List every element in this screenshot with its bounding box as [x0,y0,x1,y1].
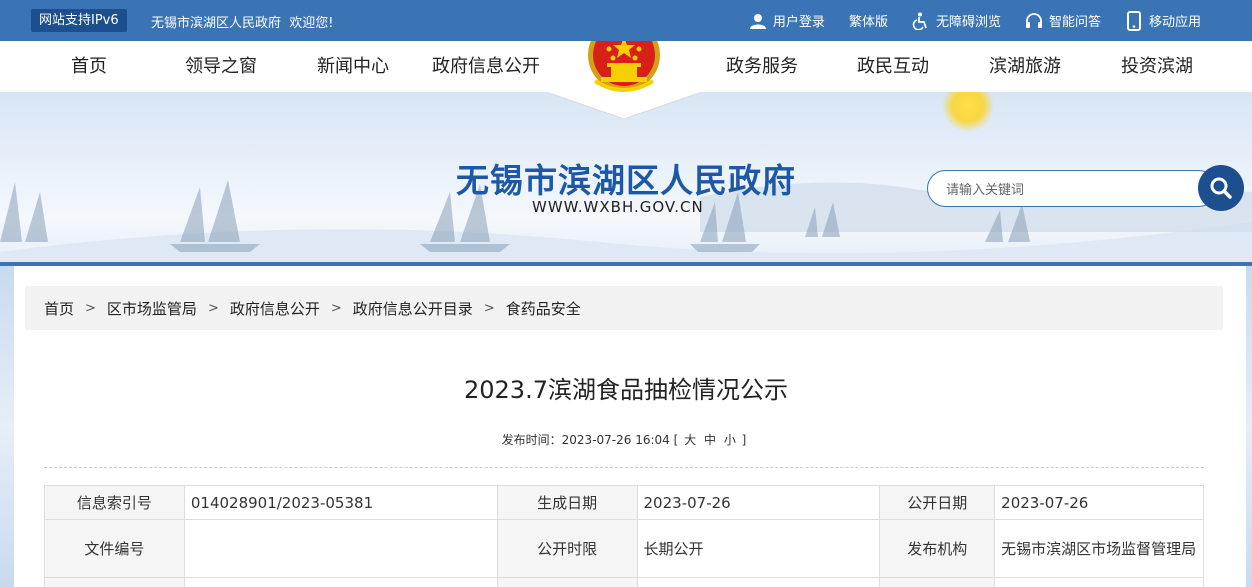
mobile-app-label: 移动应用 [1148,15,1201,30]
nav-item-interaction[interactable]: 政民互动 [843,41,943,92]
disclosure-period-value: 长期公开 [636,519,881,578]
publisher-value: 无锡市滨湖区市场监督管理局 [994,519,1204,578]
site-url: WWW.WXBH.GOV.CN [532,198,704,216]
site-title: 无锡市滨湖区人民政府 [456,161,796,200]
publish-label: 发布时间： [501,433,562,447]
publish-meta: 发布时间：2023-07-26 16:04 [ 大 中 小 ] [0,431,1248,448]
page-side-right [1246,266,1252,587]
table-cell [183,577,498,587]
breadcrumb-separator: > [207,300,219,316]
mobile-icon [1125,10,1143,31]
nav-item-tourism[interactable]: 滨湖旅游 [975,41,1075,92]
accessibility-icon [912,12,930,30]
traditional-chinese-label: 繁体版 [848,15,888,30]
accessibility-label: 无障碍浏览 [935,15,1001,30]
breadcrumb: 首页 > 区市场监管局 > 政府信息公开 > 政府信息公开目录 > 食药品安全 [25,286,1223,330]
nav-item-home[interactable]: 首页 [44,41,134,92]
nav-item-news[interactable]: 新闻中心 [303,41,403,92]
font-size-large-button[interactable]: 大 [684,433,696,447]
nav-item-info-disclosure[interactable]: 政府信息公开 [425,41,547,92]
font-size-medium-button[interactable]: 中 [704,433,716,447]
breadcrumb-item-home[interactable]: 首页 [44,298,74,319]
table-cell [636,577,881,587]
font-size-bracket-close: ] [741,433,747,447]
nav-item-investment[interactable]: 投资滨湖 [1107,41,1207,92]
search-input[interactable] [946,179,1186,199]
national-emblem [549,41,699,119]
disclosure-period-label: 公开时限 [496,519,638,578]
index-number-value: 014028901/2023-05381 [183,485,498,520]
publisher-label: 发布机构 [879,519,996,578]
article-title: 2023.7滨湖食品抽检情况公示 [464,376,788,404]
top-links: 用户登录 繁体版 无障碍浏览 智能问答 移动应用 [749,0,1252,41]
search-icon [1210,177,1232,199]
nav-item-leadership[interactable]: 领导之窗 [171,41,271,92]
table-row: 信息索引号 014028901/2023-05381 生成日期 2023-07-… [44,485,1204,520]
public-date-value: 2023-07-26 [994,485,1204,520]
search-button[interactable] [1198,165,1244,211]
welcome-text: 无锡市滨湖区人民政府 欢迎您! [151,16,334,31]
document-number-value [183,519,498,578]
headset-icon [1025,12,1043,30]
breadcrumb-item-market-bureau[interactable]: 区市场监管局 [107,298,197,319]
breadcrumb-item-info-disclosure[interactable]: 政府信息公开 [230,298,320,319]
breadcrumb-separator: > [483,300,495,316]
created-date-label: 生成日期 [496,485,638,520]
document-number-label: 文件编号 [44,519,185,578]
breadcrumb-item-disclosure-catalog[interactable]: 政府信息公开目录 [353,298,473,319]
font-size-small-button[interactable]: 小 [724,433,736,447]
info-table: 信息索引号 014028901/2023-05381 生成日期 2023-07-… [44,485,1204,587]
search-box [927,170,1217,207]
top-bar: 网站支持IPv6 无锡市滨湖区人民政府 欢迎您! 用户登录 繁体版 无障碍浏览 … [0,0,1252,41]
nav-item-gov-services[interactable]: 政务服务 [712,41,812,92]
breadcrumb-separator: > [85,300,96,316]
index-number-label: 信息索引号 [44,485,185,520]
table-row: 文件编号 公开时限 长期公开 发布机构 无锡市滨湖区市场监督管理局 [44,519,1204,578]
meta-divider [44,467,1204,468]
page-side-left [0,266,14,587]
table-cell [994,577,1204,587]
user-login-label: 用户登录 [772,15,825,30]
smart-qa-label: 智能问答 [1048,15,1101,30]
table-cell [44,577,185,587]
breadcrumb-separator: > [330,300,342,316]
traditional-chinese-link[interactable]: 繁体版 [849,11,888,30]
publish-time: 2023-07-26 16:04 [561,433,670,447]
font-size-bracket-open: [ [673,433,679,447]
accessibility-link[interactable]: 无障碍浏览 [912,11,1001,30]
ipv6-badge: 网站支持IPv6 [31,9,127,32]
table-cell [879,577,996,587]
user-icon [749,12,767,30]
breadcrumb-item-food-drug-safety[interactable]: 食药品安全 [506,298,581,319]
created-date-value: 2023-07-26 [636,485,881,520]
table-cell [496,577,638,587]
smart-qa-link[interactable]: 智能问答 [1025,11,1101,30]
user-login-link[interactable]: 用户登录 [749,11,825,30]
public-date-label: 公开日期 [879,485,996,520]
table-row [44,577,1204,587]
mobile-app-link[interactable]: 移动应用 [1125,10,1201,31]
